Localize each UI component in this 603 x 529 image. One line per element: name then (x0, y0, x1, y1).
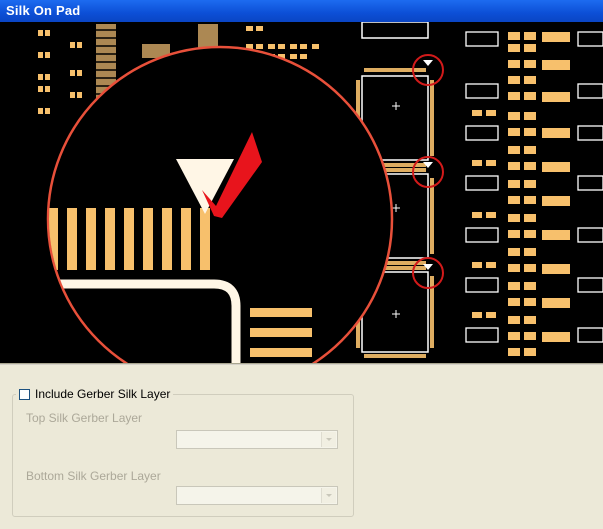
include-gerber-silk-label[interactable]: Include Gerber Silk Layer (35, 387, 170, 401)
top-silk-gerber-layer-label: Top Silk Gerber Layer (26, 411, 143, 425)
separator (0, 363, 603, 365)
chevron-down-icon[interactable] (321, 432, 336, 447)
title-bar: Silk On Pad (0, 0, 603, 22)
chevron-down-icon[interactable] (321, 488, 336, 503)
bottom-silk-gerber-layer-label: Bottom Silk Gerber Layer (26, 469, 161, 483)
bottom-silk-gerber-layer-select[interactable] (176, 486, 338, 505)
pcb-preview-image (0, 22, 603, 363)
include-gerber-silk-checkbox[interactable] (19, 388, 30, 400)
window-title: Silk On Pad (6, 3, 81, 18)
include-gerber-silk-checkbox-row[interactable]: Include Gerber Silk Layer (16, 386, 174, 402)
top-silk-gerber-layer-select[interactable] (176, 430, 338, 449)
